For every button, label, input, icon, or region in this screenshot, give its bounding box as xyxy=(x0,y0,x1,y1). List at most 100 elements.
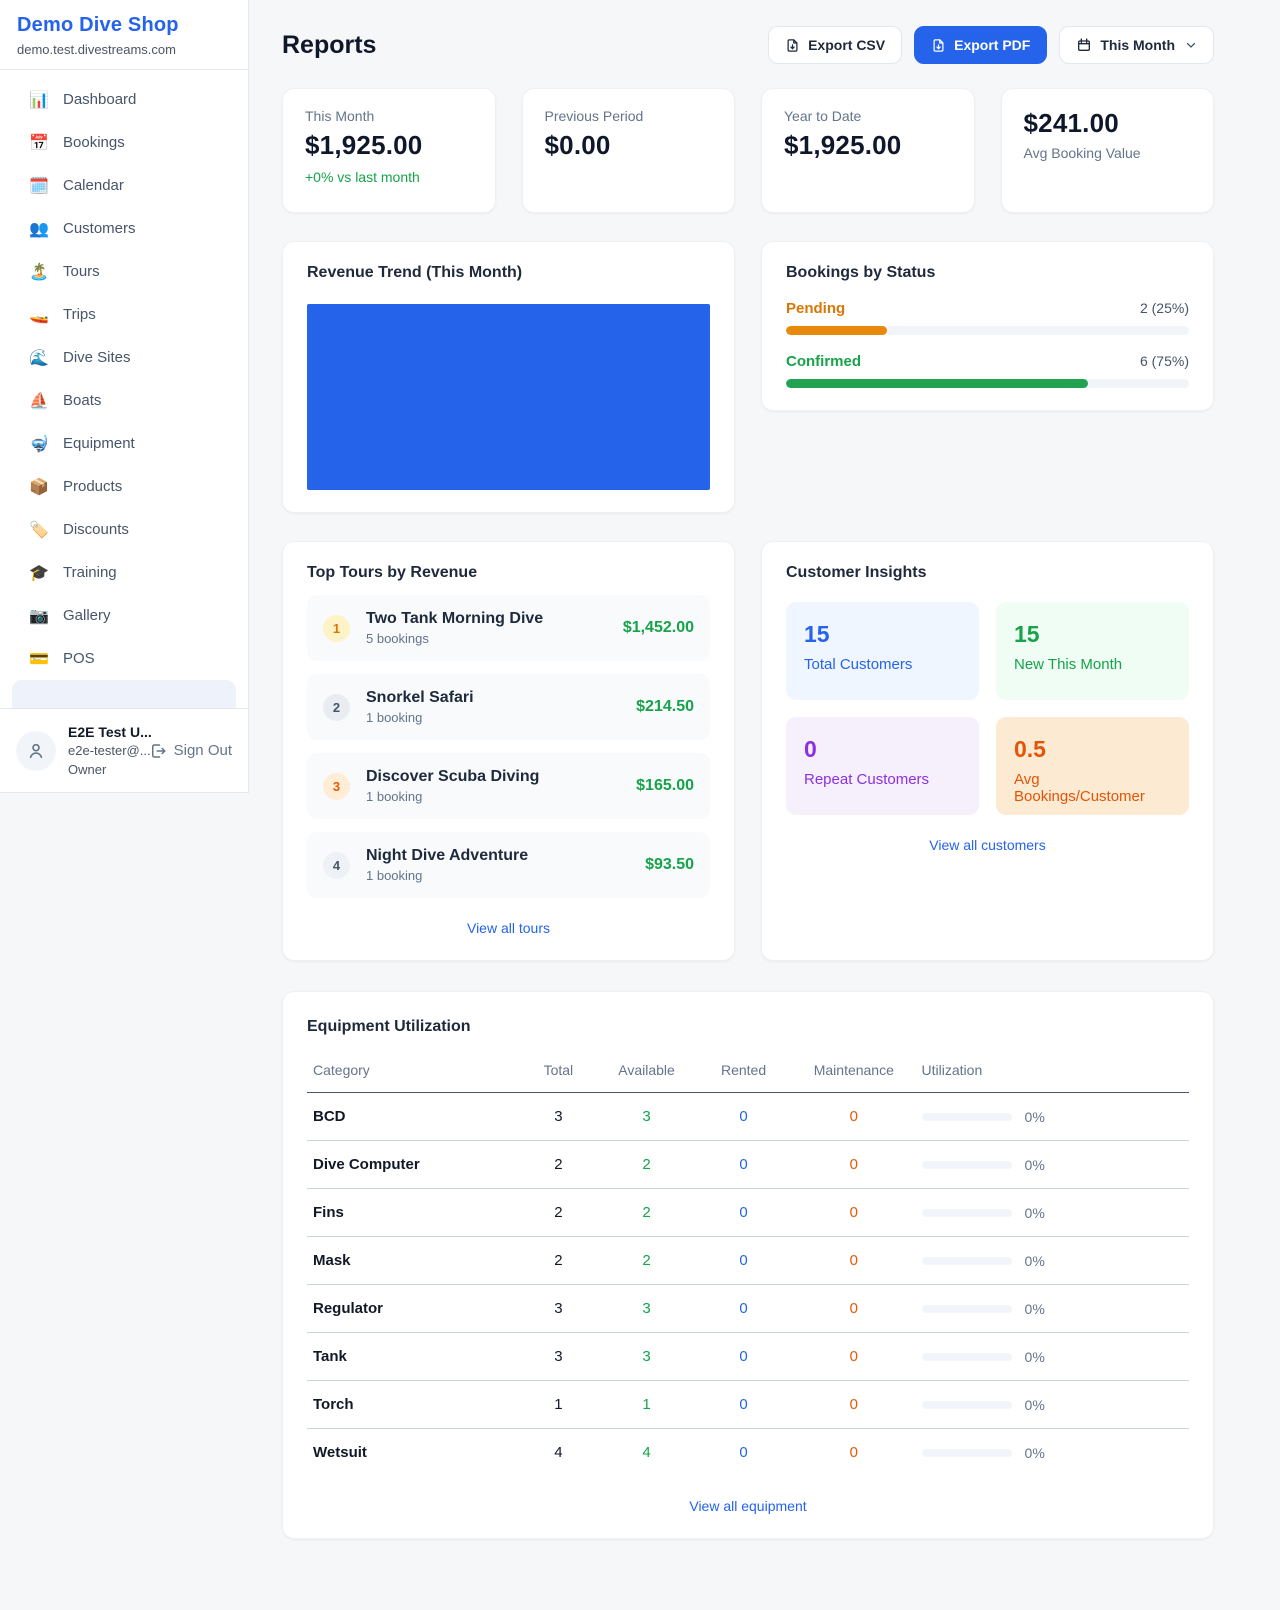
utilization-percent: 0% xyxy=(1025,1157,1045,1173)
equipment-utilization-title: Equipment Utilization xyxy=(307,1018,1189,1036)
col-utilization: Utilization xyxy=(916,1054,1189,1093)
diving-mask-icon: 🤿 xyxy=(29,434,49,454)
equip-category: Torch xyxy=(307,1381,519,1429)
utilization-percent: 0% xyxy=(1025,1445,1045,1461)
sidebar-item-label: Boats xyxy=(63,392,101,409)
status-row-pending: Pending 2 (25%) xyxy=(786,300,1189,335)
equip-maintenance: 0 xyxy=(792,1237,915,1285)
chevron-down-icon xyxy=(1185,39,1197,51)
calendar-icon: 🗓️ xyxy=(29,176,49,196)
equip-available: 3 xyxy=(598,1333,695,1381)
equip-category: Regulator xyxy=(307,1285,519,1333)
charts-row: Revenue Trend (This Month) Bookings by S… xyxy=(282,241,1214,513)
top-tours-card: Top Tours by Revenue 1 Two Tank Morning … xyxy=(282,541,735,961)
equip-available: 4 xyxy=(598,1429,695,1477)
sidebar-item-products[interactable]: 📦 Products xyxy=(12,465,236,508)
sidebar-item-boats[interactable]: ⛵ Boats xyxy=(12,379,236,422)
sidebar-item-label: Gallery xyxy=(63,607,111,624)
equipment-utilization-card: Equipment Utilization Category Total Ava… xyxy=(282,991,1214,1539)
sidebar-item-label: Products xyxy=(63,478,122,495)
sidebar-item-pos[interactable]: 💳 POS xyxy=(12,637,236,680)
col-available: Available xyxy=(598,1054,695,1093)
equip-maintenance: 0 xyxy=(792,1141,915,1189)
sidebar-item-discounts[interactable]: 🏷️ Discounts xyxy=(12,508,236,551)
customer-insights-card: Customer Insights 15 Total Customers 15 … xyxy=(761,541,1214,961)
person-icon xyxy=(26,741,46,761)
export-pdf-label: Export PDF xyxy=(954,37,1030,53)
equip-total: 3 xyxy=(519,1093,598,1141)
view-all-customers-link[interactable]: View all customers xyxy=(786,837,1189,853)
stat-card-previous-period: Previous Period $0.00 xyxy=(522,88,736,213)
status-count: 6 (75%) xyxy=(1140,353,1189,369)
tour-row[interactable]: 3 Discover Scuba Diving 1 booking $165.0… xyxy=(307,753,710,819)
insight-tile-avg-bookings: 0.5 Avg Bookings/Customer xyxy=(996,717,1189,815)
export-pdf-button[interactable]: Export PDF xyxy=(914,26,1047,64)
utilization-percent: 0% xyxy=(1025,1205,1045,1221)
logout-icon xyxy=(149,742,167,760)
sidebar-item-customers[interactable]: 👥 Customers xyxy=(12,207,236,250)
tour-row[interactable]: 2 Snorkel Safari 1 booking $214.50 xyxy=(307,674,710,740)
insight-label: New This Month xyxy=(1014,656,1171,673)
tour-row[interactable]: 1 Two Tank Morning Dive 5 bookings $1,45… xyxy=(307,595,710,661)
speedboat-icon: 🚤 xyxy=(29,305,49,325)
credit-card-icon: 💳 xyxy=(29,649,49,669)
insight-label: Avg Bookings/Customer xyxy=(1014,771,1171,805)
tour-revenue: $165.00 xyxy=(636,777,694,795)
stat-card-avg-booking-value: $241.00 Avg Booking Value xyxy=(1001,88,1215,213)
stat-card-year-to-date: Year to Date $1,925.00 xyxy=(761,88,975,213)
user-role: Owner xyxy=(68,761,137,780)
sign-out-button[interactable]: Sign Out xyxy=(149,742,232,760)
sidebar-item-label: Bookings xyxy=(63,134,125,151)
stat-value: $1,925.00 xyxy=(305,130,473,161)
stat-cards: This Month $1,925.00 +0% vs last month P… xyxy=(282,88,1214,213)
customer-insights-title: Customer Insights xyxy=(786,564,1189,582)
sidebar-item-training[interactable]: 🎓 Training xyxy=(12,551,236,594)
sidebar-item-gallery[interactable]: 📷 Gallery xyxy=(12,594,236,637)
view-all-tours-link[interactable]: View all tours xyxy=(307,920,710,936)
sidebar-item-label: POS xyxy=(63,650,95,667)
sidebar-item-tours[interactable]: 🏝️ Tours xyxy=(12,250,236,293)
tour-bookings: 1 booking xyxy=(366,789,620,804)
tour-name: Two Tank Morning Dive xyxy=(366,610,607,628)
tour-bookings: 5 bookings xyxy=(366,631,607,646)
equip-category: Dive Computer xyxy=(307,1141,519,1189)
tour-revenue: $214.50 xyxy=(636,698,694,716)
equip-category: Mask xyxy=(307,1237,519,1285)
main-content: Reports Export CSV Export PDF This Month xyxy=(249,0,1280,1579)
equip-rented: 0 xyxy=(695,1285,792,1333)
equip-available: 3 xyxy=(598,1093,695,1141)
export-csv-button[interactable]: Export CSV xyxy=(768,26,902,64)
sailboat-icon: ⛵ xyxy=(29,391,49,411)
period-dropdown[interactable]: This Month xyxy=(1059,26,1214,64)
table-row: Tank 3 3 0 0 0% xyxy=(307,1333,1189,1381)
sidebar-item-equipment[interactable]: 🤿 Equipment xyxy=(12,422,236,465)
equip-rented: 0 xyxy=(695,1237,792,1285)
sidebar-item-calendar[interactable]: 🗓️ Calendar xyxy=(12,164,236,207)
table-row: Fins 2 2 0 0 0% xyxy=(307,1189,1189,1237)
sidebar-item-trips[interactable]: 🚤 Trips xyxy=(12,293,236,336)
user-footer: E2E Test U... e2e-tester@... Owner Sign … xyxy=(0,708,248,792)
equip-total: 3 xyxy=(519,1285,598,1333)
rank-badge: 2 xyxy=(323,694,350,721)
top-tours-title: Top Tours by Revenue xyxy=(307,564,710,582)
sidebar-item-bookings[interactable]: 📅 Bookings xyxy=(12,121,236,164)
status-row-confirmed: Confirmed 6 (75%) xyxy=(786,353,1189,388)
sidebar-nav: 📊 Dashboard 📅 Bookings 🗓️ Calendar 👥 Cus… xyxy=(0,70,248,792)
sidebar-item-dive-sites[interactable]: 🌊 Dive Sites xyxy=(12,336,236,379)
shop-subdomain: demo.test.divestreams.com xyxy=(17,42,231,57)
equip-maintenance: 0 xyxy=(792,1429,915,1477)
table-row: Torch 1 1 0 0 0% xyxy=(307,1381,1189,1429)
tag-icon: 🏷️ xyxy=(29,520,49,540)
equip-available: 2 xyxy=(598,1141,695,1189)
equip-total: 1 xyxy=(519,1381,598,1429)
utilization-bar xyxy=(922,1257,1012,1265)
tour-row[interactable]: 4 Night Dive Adventure 1 booking $93.50 xyxy=(307,832,710,898)
sidebar-item-dashboard[interactable]: 📊 Dashboard xyxy=(12,78,236,121)
tour-revenue: $1,452.00 xyxy=(623,619,694,637)
sidebar-item-label: Dive Sites xyxy=(63,349,131,366)
sidebar-item-label: Discounts xyxy=(63,521,129,538)
sidebar-item-label: Dashboard xyxy=(63,91,136,108)
view-all-equipment-link[interactable]: View all equipment xyxy=(307,1498,1189,1514)
stat-label: This Month xyxy=(305,108,473,124)
equip-available: 1 xyxy=(598,1381,695,1429)
